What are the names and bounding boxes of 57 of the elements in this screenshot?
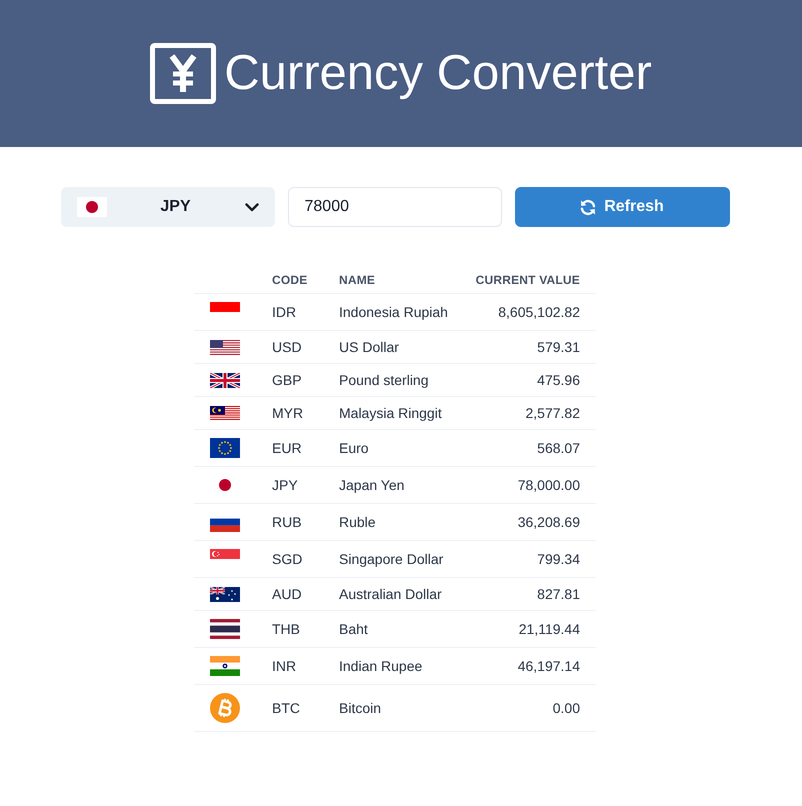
currency-value: 8,605,102.82 xyxy=(453,294,596,330)
uk-flag-icon xyxy=(210,372,240,388)
currency-value: 579.31 xyxy=(453,330,596,364)
refresh-icon xyxy=(580,198,596,216)
currency-name: Indian Rupee xyxy=(323,648,453,684)
column-header: CURRENT VALUE xyxy=(453,268,596,294)
amount-input[interactable]: 78000 xyxy=(288,187,502,227)
column-header: NAME xyxy=(323,268,453,294)
currency-code: IDR xyxy=(256,294,323,330)
currency-name: Japan Yen xyxy=(323,466,453,504)
currency-value: 78,000.00 xyxy=(453,466,596,504)
app-title: Currency Converter xyxy=(224,49,652,98)
thailand-flag-icon xyxy=(210,619,240,639)
currency-name: Euro xyxy=(323,430,453,466)
currency-value: 0.00 xyxy=(453,684,596,732)
currency-name: Pound sterling xyxy=(323,364,453,396)
japan-flag-icon xyxy=(76,197,106,217)
malaysia-flag-icon xyxy=(210,406,240,420)
currency-name: Indonesia Rupiah xyxy=(323,294,453,330)
currency-code: BTC xyxy=(256,684,323,732)
currency-code: SGD xyxy=(256,540,323,578)
eu-flag-icon xyxy=(210,438,240,458)
singapore-flag-icon xyxy=(210,549,240,559)
yen-sign-icon xyxy=(150,43,216,104)
currency-code: GBP xyxy=(256,364,323,396)
currency-value: 2,577.82 xyxy=(453,396,596,430)
currency-code: USD xyxy=(256,330,323,364)
australia-flag-icon xyxy=(210,586,240,602)
currency-code: AUD xyxy=(256,578,323,610)
currency-name: US Dollar xyxy=(323,330,453,364)
indonesia-flag-icon xyxy=(210,302,240,312)
column-header: CODE xyxy=(256,268,323,294)
chevron-down-icon xyxy=(244,202,258,212)
currency-value: 568.07 xyxy=(453,430,596,466)
currency-name: Australian Dollar xyxy=(323,578,453,610)
currency-name: Malaysia Ringgit xyxy=(323,396,453,430)
currency-value: 475.96 xyxy=(453,364,596,396)
currency-name: Singapore Dollar xyxy=(323,540,453,578)
currency-dropdown[interactable]: JPY xyxy=(60,187,274,227)
currency-name: Baht xyxy=(323,610,453,648)
usa-flag-icon xyxy=(210,340,240,354)
bitcoin-logo-icon xyxy=(210,693,240,723)
currency-code: THB xyxy=(256,610,323,648)
currency-code: JPY xyxy=(256,466,323,504)
currency-code: INR xyxy=(256,648,323,684)
currency-value: 46,197.14 xyxy=(453,648,596,684)
currency-value: 827.81 xyxy=(453,578,596,610)
currency-value: 799.34 xyxy=(453,540,596,578)
currency-code: EUR xyxy=(256,430,323,466)
india-flag-icon xyxy=(210,656,240,676)
currency-name: Bitcoin xyxy=(323,684,453,732)
currency-code: MYR xyxy=(256,396,323,430)
refresh-button[interactable]: Refresh xyxy=(514,187,730,227)
currency-value: 21,119.44 xyxy=(453,610,596,648)
currency-code: RUB xyxy=(256,504,323,540)
currency-name: Ruble xyxy=(323,504,453,540)
currency-value: 36,208.69 xyxy=(453,504,596,540)
